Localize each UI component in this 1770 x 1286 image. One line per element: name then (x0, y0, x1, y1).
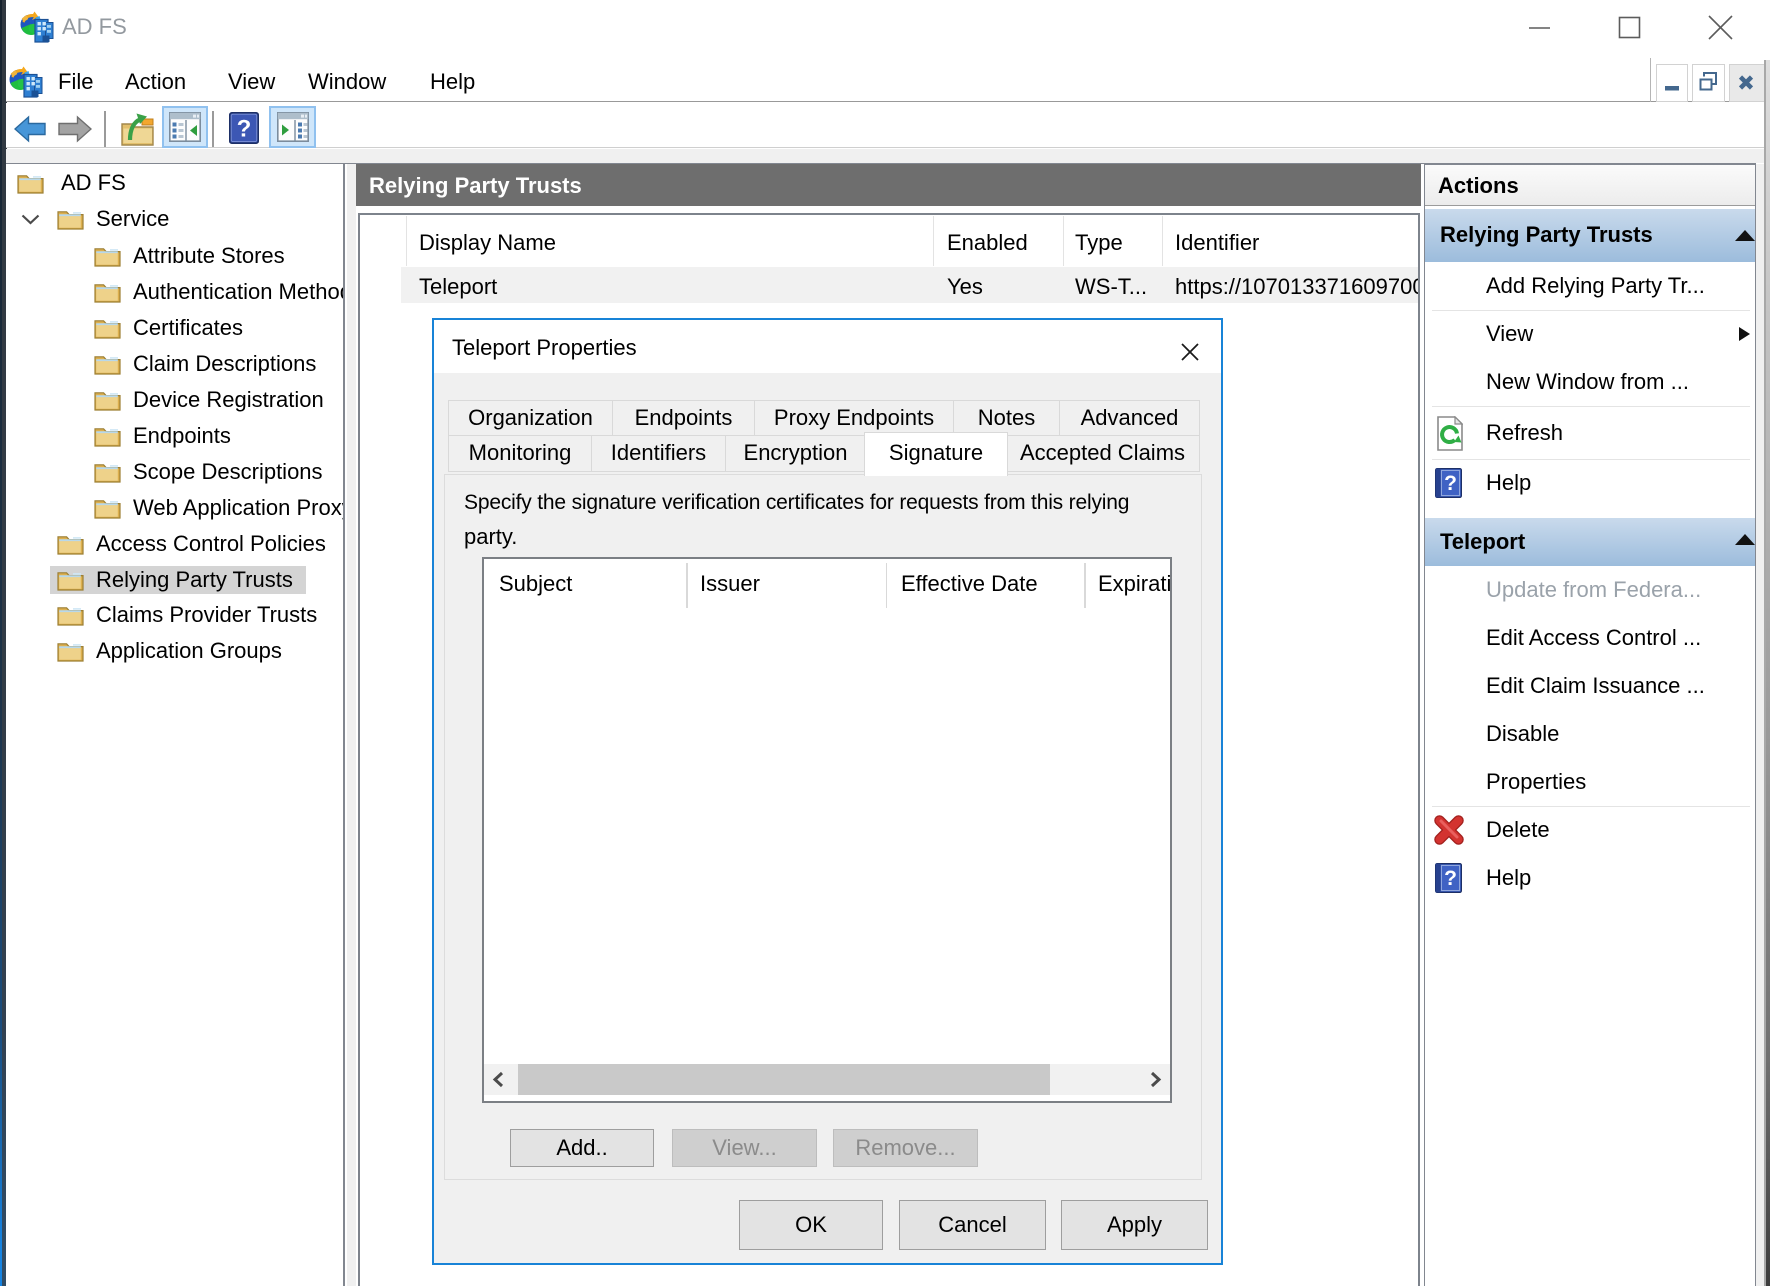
svg-text:?: ? (237, 116, 252, 143)
